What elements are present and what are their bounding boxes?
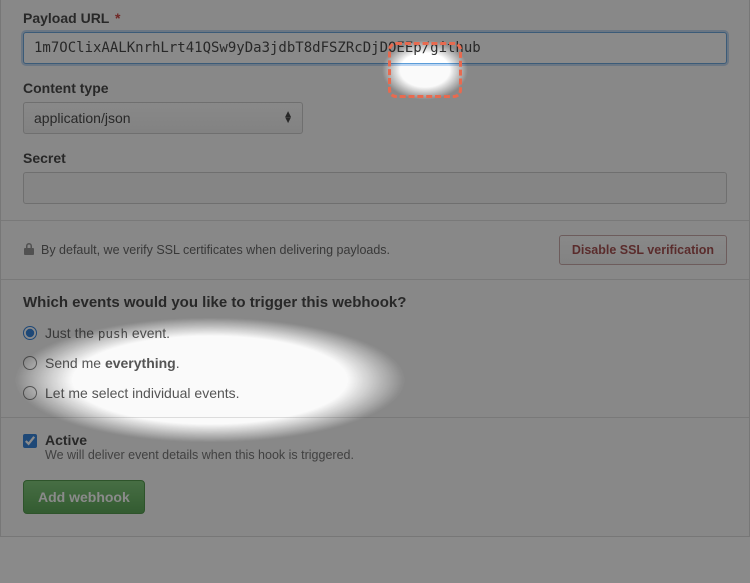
- content-type-select-wrap: application/json ▲▼: [23, 102, 303, 134]
- webhook-form: Payload URL * Content type application/j…: [0, 0, 750, 537]
- active-row: Active We will deliver event details whe…: [23, 432, 727, 462]
- ssl-note: By default, we verify SSL certificates w…: [23, 242, 390, 259]
- secret-group: Secret: [23, 150, 727, 204]
- radio-just-push-label: Just the push event.: [45, 325, 170, 341]
- payload-url-label-text: Payload URL: [23, 10, 109, 26]
- radio-everything[interactable]: Send me everything.: [23, 355, 727, 371]
- ssl-note-text: By default, we verify SSL certificates w…: [41, 243, 390, 257]
- divider: [1, 279, 749, 280]
- payload-url-input[interactable]: [23, 32, 727, 64]
- secret-input[interactable]: [23, 172, 727, 204]
- radio-individual-label: Let me select individual events.: [45, 385, 240, 401]
- radio-everything-label: Send me everything.: [45, 355, 180, 371]
- divider: [1, 220, 749, 221]
- content-type-select[interactable]: application/json: [23, 102, 303, 134]
- content-type-label: Content type: [23, 80, 727, 96]
- required-asterisk: *: [115, 10, 120, 26]
- active-text: Active We will deliver event details whe…: [45, 432, 354, 462]
- lock-icon: [23, 242, 35, 259]
- ssl-row: By default, we verify SSL certificates w…: [23, 235, 727, 265]
- events-group: Which events would you like to trigger t…: [23, 294, 727, 401]
- disable-ssl-button[interactable]: Disable SSL verification: [559, 235, 727, 265]
- radio-just-push-input[interactable]: [23, 326, 37, 340]
- add-webhook-button[interactable]: Add webhook: [23, 480, 145, 514]
- divider: [1, 417, 749, 418]
- events-heading: Which events would you like to trigger t…: [23, 294, 727, 311]
- radio-just-push[interactable]: Just the push event.: [23, 325, 727, 341]
- payload-url-label: Payload URL *: [23, 10, 727, 26]
- active-title: Active: [45, 432, 354, 448]
- active-sub: We will deliver event details when this …: [45, 448, 354, 462]
- radio-individual-input[interactable]: [23, 386, 37, 400]
- radio-everything-input[interactable]: [23, 356, 37, 370]
- content-type-group: Content type application/json ▲▼: [23, 80, 727, 134]
- radio-individual[interactable]: Let me select individual events.: [23, 385, 727, 401]
- secret-label: Secret: [23, 150, 727, 166]
- active-checkbox[interactable]: [23, 434, 37, 448]
- payload-url-group: Payload URL *: [23, 10, 727, 64]
